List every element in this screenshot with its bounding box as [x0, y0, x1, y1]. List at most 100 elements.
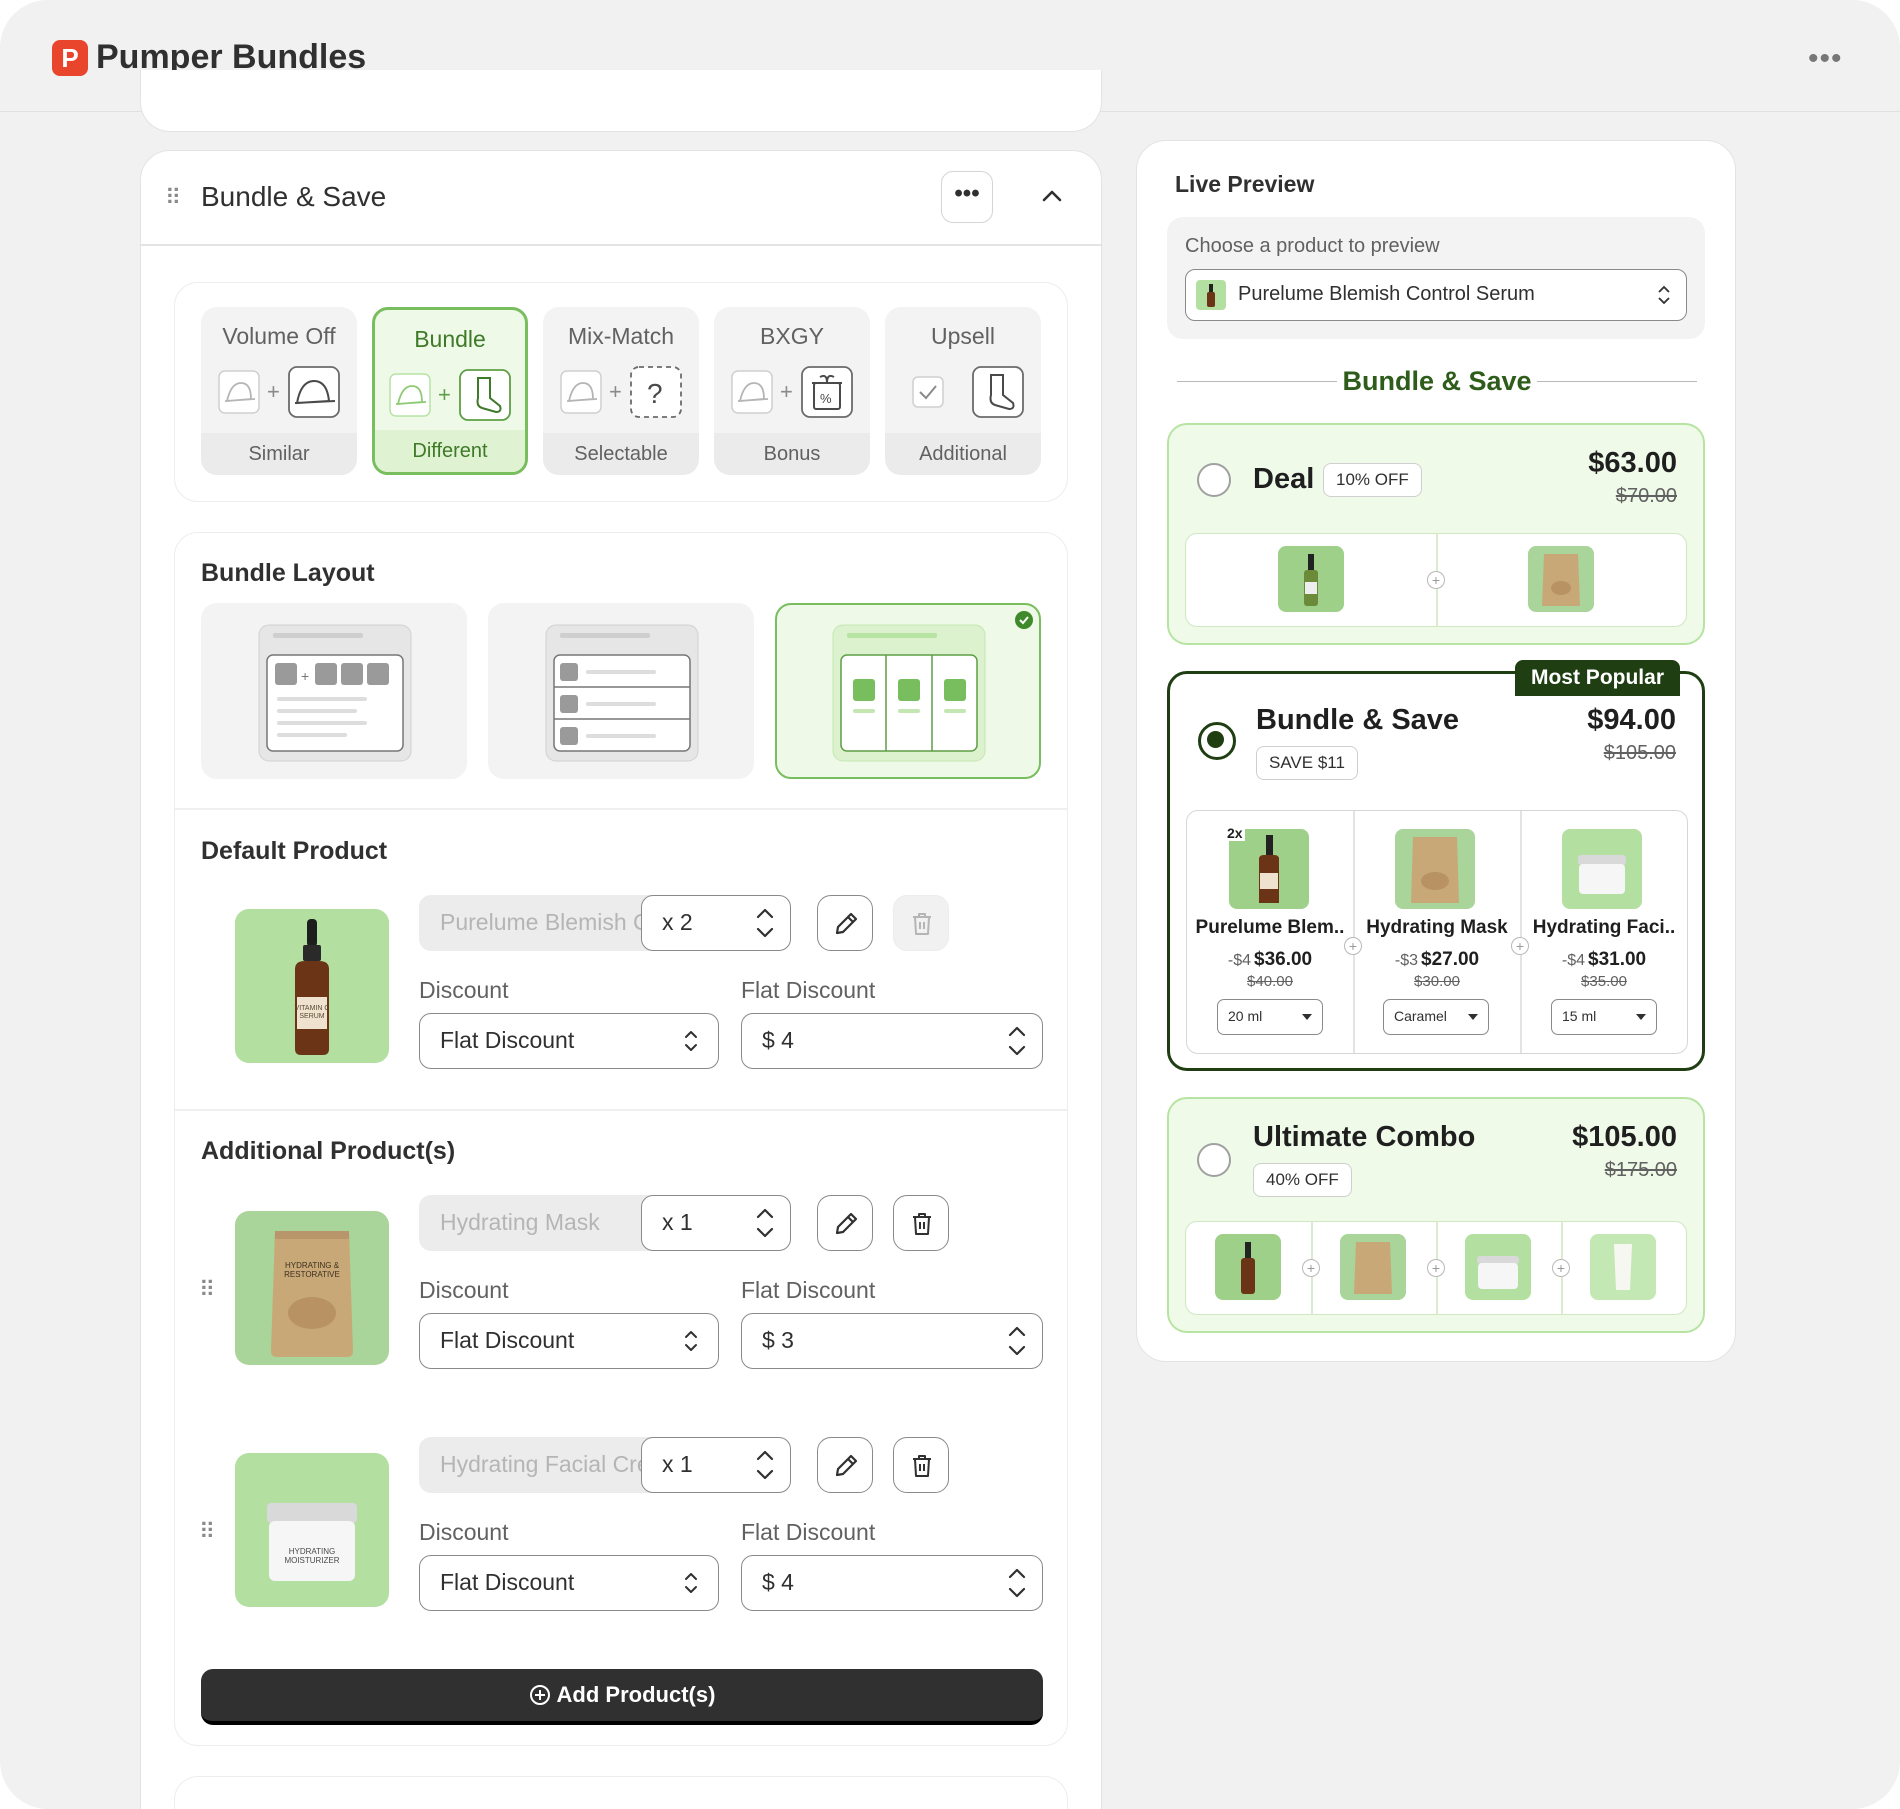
- item-price: -$4 $36.00: [1187, 949, 1353, 971]
- select-value: Flat Discount: [440, 1327, 575, 1353]
- plus-circle-icon: +: [1427, 571, 1445, 589]
- offer-radio[interactable]: [1197, 1143, 1231, 1177]
- tab-bxgy[interactable]: BXGY + % Bonus: [714, 307, 870, 475]
- additional-product-qty[interactable]: x 1: [641, 1195, 791, 1251]
- discount-label: Discount: [419, 1277, 509, 1303]
- layout-option-horizontal[interactable]: +: [201, 603, 467, 779]
- svg-text:+: +: [438, 382, 451, 407]
- variant-select[interactable]: 15 ml: [1551, 999, 1657, 1035]
- item-name: Hydrating Faci..: [1532, 917, 1676, 938]
- app-menu-button[interactable]: •••: [1808, 44, 1843, 74]
- plus-circle-icon: +: [1427, 1259, 1445, 1277]
- offer-name: Deal: [1253, 463, 1315, 495]
- additional-discount-amount[interactable]: $ 3: [741, 1313, 1043, 1369]
- default-product-qty[interactable]: x 2: [641, 895, 791, 951]
- offer-badge: SAVE $11: [1256, 746, 1358, 780]
- tab-volume-off[interactable]: Volume Off + Similar: [201, 307, 357, 475]
- tab-subtitle: Selectable: [543, 433, 699, 475]
- variant-value: 20 ml: [1228, 1008, 1263, 1024]
- additional-discount-type-select[interactable]: Flat Discount: [419, 1313, 719, 1369]
- serum-bottle-image: [235, 909, 389, 1063]
- svg-text:?: ?: [647, 378, 663, 409]
- flat-discount-label: Flat Discount: [741, 1277, 876, 1303]
- stepper-arrows-icon[interactable]: [1004, 1020, 1030, 1062]
- chooser-label: Choose a product to preview: [1185, 235, 1440, 257]
- edit-product-button[interactable]: [817, 895, 873, 951]
- stepper-arrows-icon[interactable]: [1004, 1562, 1030, 1604]
- variant-select[interactable]: Caramel: [1383, 999, 1489, 1035]
- product-label-text: VITAMIN C SERUM: [294, 1005, 330, 1020]
- offer-bundle-and-save-selected[interactable]: Most Popular Bundle & Save SAVE $11 $94.…: [1167, 660, 1705, 1071]
- add-products-button[interactable]: Add Product(s): [201, 1669, 1043, 1725]
- hat-plus-sock-icon: +: [389, 369, 511, 421]
- tab-bundle[interactable]: Bundle + Different: [372, 307, 528, 475]
- pencil-icon: [835, 1454, 858, 1477]
- product-image-cream: [1465, 1234, 1531, 1300]
- layout-grid-icon: [832, 611, 1033, 762]
- svg-text:+: +: [609, 379, 622, 404]
- plus-circle-icon: +: [1302, 1259, 1320, 1277]
- select-arrows-icon: [685, 1331, 697, 1351]
- trash-icon: [913, 913, 931, 935]
- plus-circle-icon: +: [1552, 1259, 1570, 1277]
- chevron-up-icon[interactable]: [1037, 181, 1067, 211]
- pencil-icon: [835, 1212, 858, 1235]
- quantity-badge: 2x: [1225, 825, 1245, 841]
- section-more-button[interactable]: •••: [941, 171, 993, 223]
- amount-value: $ 4: [762, 1569, 794, 1595]
- tab-upsell[interactable]: Upsell Additional: [885, 307, 1041, 475]
- select-value: Flat Discount: [440, 1569, 575, 1595]
- default-discount-amount[interactable]: $ 4: [741, 1013, 1043, 1069]
- stepper-arrows-icon[interactable]: [1004, 1320, 1030, 1362]
- layout-option-vertical[interactable]: [488, 603, 754, 779]
- layout-option-grid-selected[interactable]: [775, 603, 1041, 779]
- stepper-arrows-icon[interactable]: [752, 902, 778, 944]
- tab-subtitle: Different: [375, 430, 525, 472]
- delete-product-button-disabled[interactable]: [893, 895, 949, 951]
- stepper-arrows-icon[interactable]: [752, 1444, 778, 1486]
- product-label-text: HYDRATING MOISTURIZER: [284, 1547, 340, 1565]
- edit-product-button[interactable]: [817, 1437, 873, 1493]
- offer-price: $105.00: [1572, 1121, 1677, 1153]
- variant-select[interactable]: 20 ml: [1217, 999, 1323, 1035]
- product-thumbnail-icon: [1196, 280, 1226, 310]
- select-value: Flat Discount: [440, 1027, 575, 1053]
- product-label-text: HYDRATING & RESTORATIVE: [284, 1261, 340, 1279]
- next-section-card: [174, 1776, 1068, 1809]
- edit-product-button[interactable]: [817, 1195, 873, 1251]
- item-price-value: $36.00: [1254, 949, 1313, 970]
- drag-handle-icon[interactable]: ⠿: [165, 187, 181, 209]
- default-discount-type-select[interactable]: Flat Discount: [419, 1013, 719, 1069]
- offer-old-price: $70.00: [1615, 485, 1677, 507]
- stepper-arrows-icon[interactable]: [752, 1202, 778, 1244]
- offer-badge: 10% OFF: [1323, 463, 1422, 497]
- offer-price: $94.00: [1587, 704, 1676, 736]
- drag-handle-icon[interactable]: ⠿: [199, 1521, 215, 1543]
- divider: [175, 1109, 1067, 1111]
- add-products-label: Add Product(s): [556, 1682, 716, 1707]
- delete-product-button[interactable]: [893, 1437, 949, 1493]
- offer-deal[interactable]: Deal 10% OFF $63.00 $70.00 +: [1167, 423, 1705, 645]
- item-price-value: $27.00: [1421, 949, 1480, 970]
- cream-jar-image: [235, 1453, 389, 1607]
- preview-product-select[interactable]: Purelume Blemish Control Serum: [1185, 269, 1687, 321]
- offer-ultimate-combo[interactable]: Ultimate Combo 40% OFF $105.00 $175.00 +…: [1167, 1097, 1705, 1333]
- caret-down-icon: [1302, 1014, 1312, 1020]
- select-arrows-icon: [1658, 285, 1670, 305]
- variant-value: Caramel: [1394, 1008, 1447, 1024]
- delete-product-button[interactable]: [893, 1195, 949, 1251]
- tab-title: BXGY: [760, 323, 824, 349]
- additional-product-qty[interactable]: x 1: [641, 1437, 791, 1493]
- bundle-settings-card: Bundle Layout + Default Product VITAMIN …: [174, 532, 1068, 1746]
- tab-mix-match[interactable]: Mix-Match + ? Selectable: [543, 307, 699, 475]
- offer-radio-selected[interactable]: [1198, 722, 1236, 760]
- drag-handle-icon[interactable]: ⠿: [199, 1279, 215, 1301]
- divider: [175, 808, 1067, 810]
- product-image-mask: [1340, 1234, 1406, 1300]
- offer-radio[interactable]: [1197, 463, 1231, 497]
- additional-discount-type-select[interactable]: Flat Discount: [419, 1555, 719, 1611]
- item-price-value: $31.00: [1588, 949, 1647, 970]
- additional-discount-amount[interactable]: $ 4: [741, 1555, 1043, 1611]
- most-popular-ribbon: Most Popular: [1514, 660, 1680, 696]
- offer-price: $63.00: [1588, 447, 1677, 479]
